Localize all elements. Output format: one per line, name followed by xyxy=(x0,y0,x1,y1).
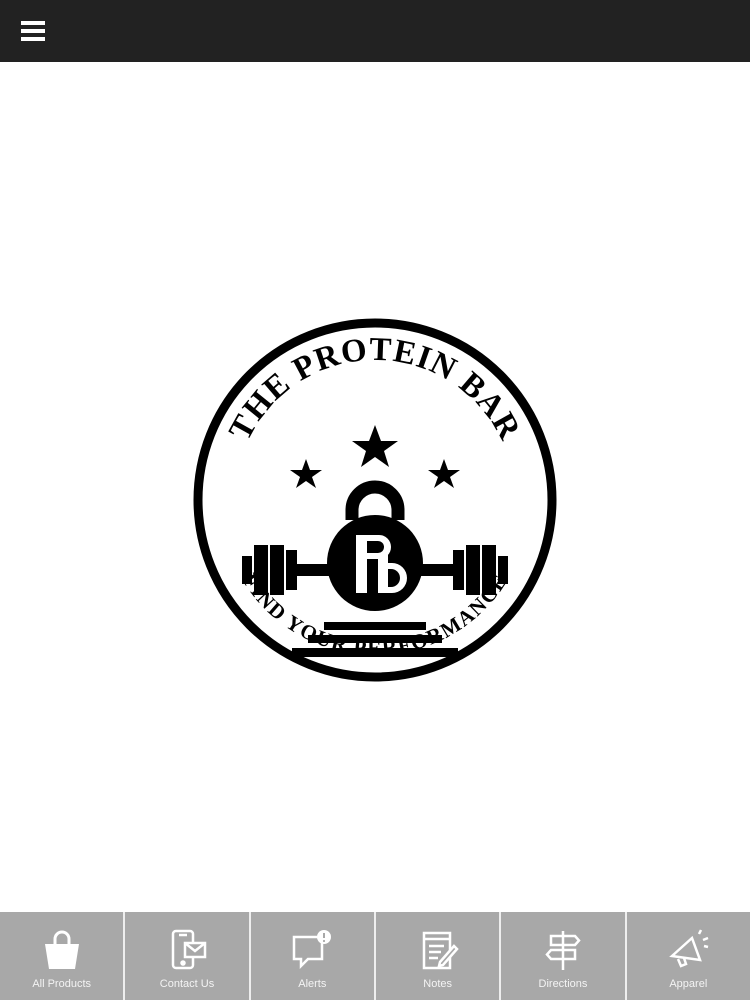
notepad-icon xyxy=(422,931,459,970)
shopping-bag-icon xyxy=(44,930,79,969)
hamburger-icon xyxy=(21,21,45,41)
protein-bar-logo: THE PROTEIN BAR FIND YOUR PERFORMANCE xyxy=(192,317,558,683)
tab-label-alerts: Alerts xyxy=(298,978,327,990)
top-bar xyxy=(0,0,750,62)
tab-alerts[interactable]: Alerts xyxy=(250,912,376,1000)
tab-contact-us[interactable]: Contact Us xyxy=(125,912,251,1000)
megaphone-icon xyxy=(669,929,709,968)
tab-notes[interactable]: Notes xyxy=(375,912,502,1000)
menu-button[interactable] xyxy=(14,20,54,46)
tab-label-all-products: All Products xyxy=(32,978,92,990)
tab-all-products[interactable]: All Products xyxy=(0,912,126,1000)
tab-label-contact-us: Contact Us xyxy=(159,978,215,990)
tab-label-notes: Notes xyxy=(423,978,453,990)
phone-mail-icon xyxy=(171,929,207,970)
tab-label-apparel: Apparel xyxy=(669,978,708,990)
main-content: THE PROTEIN BAR FIND YOUR PERFORMANCE xyxy=(0,62,750,912)
logo-emblem: THE PROTEIN BAR FIND YOUR PERFORMANCE xyxy=(193,318,557,682)
tab-apparel[interactable]: Apparel xyxy=(626,912,750,1000)
bottom-tab-bar: All Products Contact Us Alerts Notes Dir… xyxy=(0,912,750,1000)
tab-directions[interactable]: Directions xyxy=(501,912,627,1000)
alert-bubble-icon xyxy=(293,930,332,970)
tab-label-directions: Directions xyxy=(538,978,588,990)
app-screen: THE PROTEIN BAR FIND YOUR PERFORMANCE xyxy=(0,0,750,1000)
signpost-icon xyxy=(545,931,581,970)
